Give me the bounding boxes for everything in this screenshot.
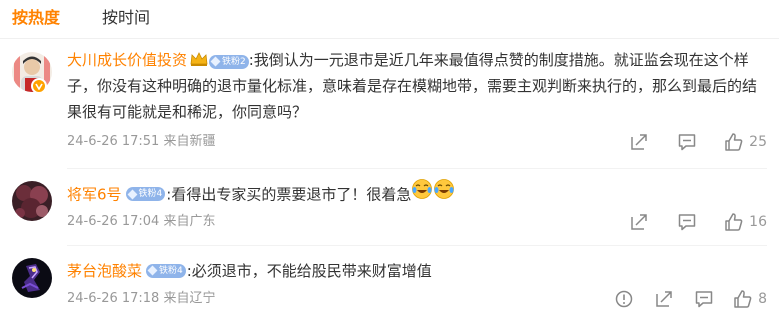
comment-text: 大川成长价值投资 铁粉2:我倒认为一元退市是近几年来最值得点赞的制度措施。就证监会… [67, 47, 767, 125]
tabs-divider [0, 38, 779, 39]
like-icon [734, 290, 752, 308]
comment-icon [678, 214, 696, 231]
comment-text: 将军6号 铁粉4:看得出专家买的票要退市了！很着急 [67, 178, 767, 210]
like-count: 16 [749, 214, 767, 230]
comment-username[interactable]: 茅台泡酸菜 [67, 262, 142, 280]
reply-button[interactable] [693, 289, 715, 309]
tab-time[interactable]: 按时间 [102, 8, 150, 28]
fan-level-badge: 铁粉4 [125, 187, 166, 201]
comment-body: :必须退市，不能给股民带来财富增值 [186, 262, 432, 280]
comment-username[interactable]: 大川成长价值投资 [67, 51, 187, 69]
forward-button[interactable] [653, 289, 675, 309]
comment-username[interactable]: 将军6号 [67, 186, 122, 204]
comment-meta: 24-6-26 17:18 来自辽宁 [67, 291, 216, 306]
comment-body: :看得出专家买的票要退市了！很着急 [166, 185, 412, 204]
like-button[interactable]: 8 [733, 289, 767, 309]
tab-hot[interactable]: 按热度 [12, 8, 60, 28]
fan-level-label: 铁粉2 [222, 56, 246, 67]
fan-level-label: 铁粉4 [159, 265, 183, 276]
forward-button[interactable] [628, 212, 650, 232]
like-button[interactable]: 16 [724, 212, 767, 232]
reply-button[interactable] [676, 132, 698, 152]
comment-actions: 8 [613, 289, 767, 309]
forward-icon [631, 134, 647, 150]
like-count: 8 [758, 291, 767, 307]
comment-meta: 24-6-26 17:51 来自新疆 [67, 134, 216, 149]
avatar[interactable] [12, 181, 52, 221]
forward-button[interactable] [628, 132, 650, 152]
comment-icon [678, 134, 696, 151]
like-count: 25 [749, 134, 767, 150]
verified-badge-icon [31, 78, 47, 94]
laugh-cry-icon [411, 178, 433, 208]
forward-icon [656, 291, 672, 307]
like-icon [725, 133, 743, 151]
comment-text: 茅台泡酸菜 铁粉4:必须退市，不能给股民带来财富增值 [67, 258, 767, 284]
reply-button[interactable] [676, 212, 698, 232]
fan-level-label: 铁粉4 [138, 189, 163, 199]
like-button[interactable]: 25 [724, 132, 767, 152]
comment-meta: 24-6-26 17:04 来自广东 [67, 214, 216, 229]
comment-actions: 16 [628, 212, 767, 232]
like-icon [725, 213, 743, 231]
laugh-cry-icon [433, 178, 455, 208]
report-icon [615, 290, 633, 308]
comment-divider [67, 168, 767, 169]
fan-level-badge: 铁粉2 [209, 54, 249, 69]
medal-crown-icon [190, 51, 208, 67]
avatar[interactable] [12, 258, 52, 298]
forward-icon [631, 214, 647, 230]
fan-level-badge: 铁粉4 [146, 263, 186, 278]
comment-actions: 25 [628, 132, 767, 152]
report-button[interactable] [613, 289, 635, 309]
comment-icon [695, 291, 713, 308]
comment-divider [67, 245, 767, 246]
